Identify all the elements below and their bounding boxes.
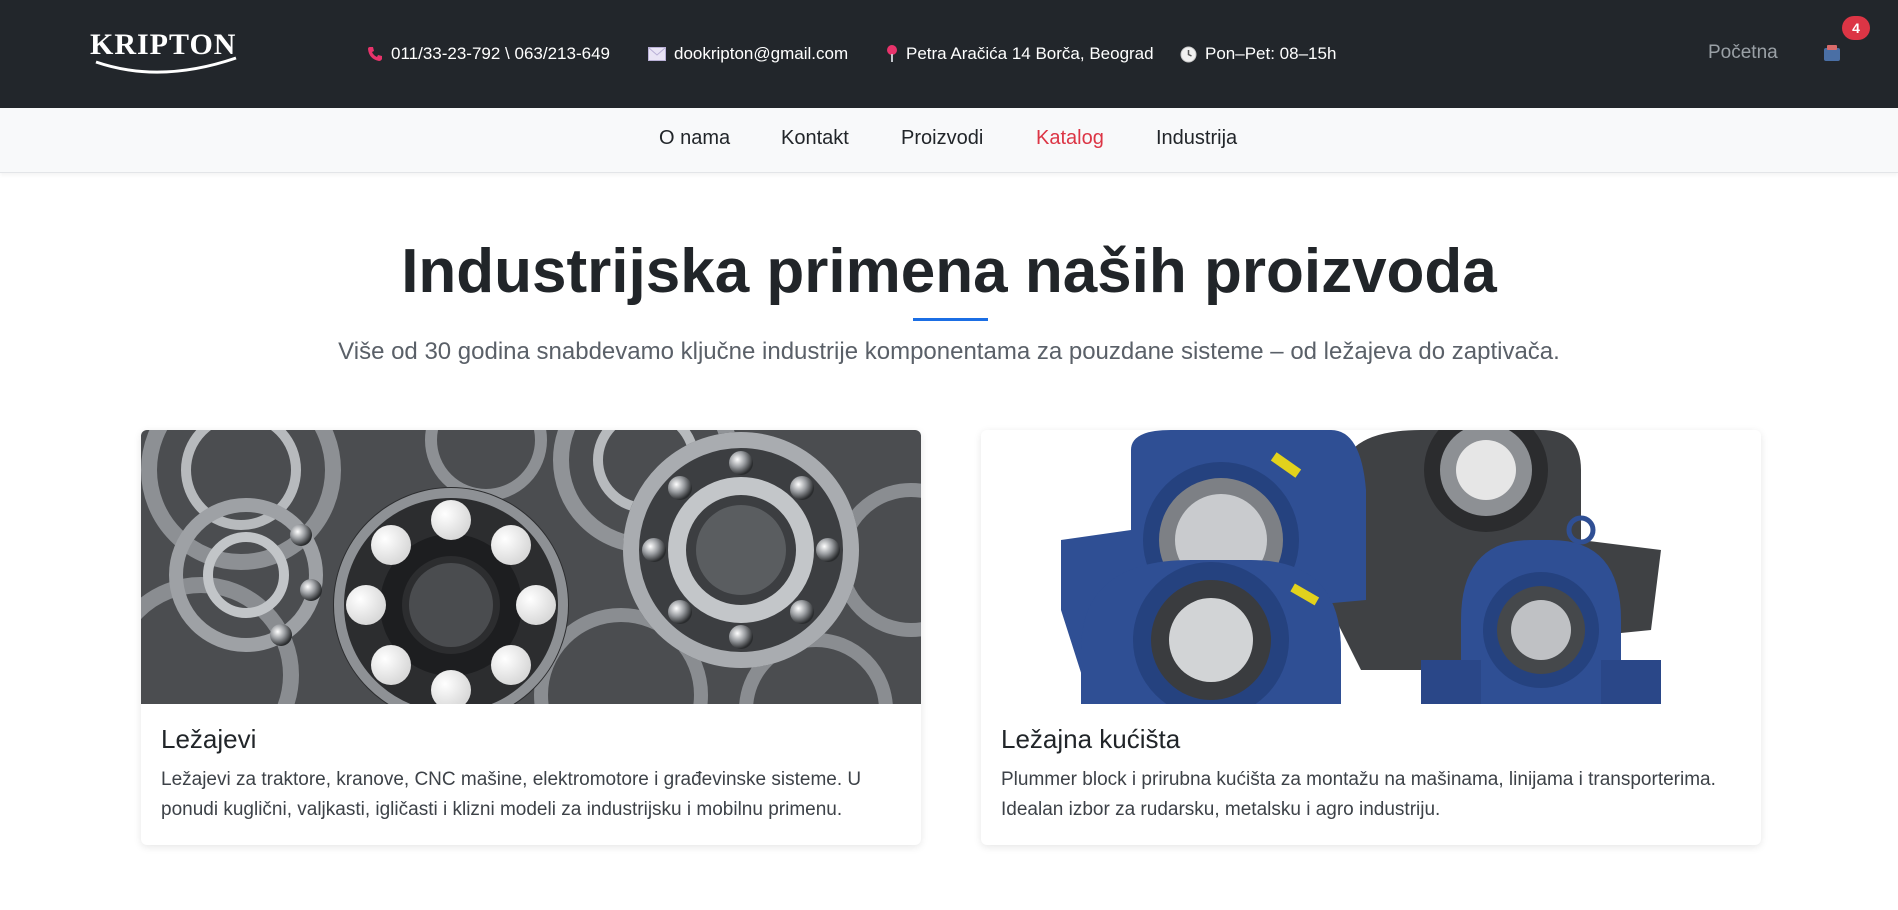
phone-text: 011/33-23-792 \ 063/213-649: [391, 44, 610, 63]
nav-item-proizvodi[interactable]: Proizvodi: [901, 127, 983, 150]
top-bar: KRIPTON 011/33-23-792 \ 063/213-649 dook…: [0, 0, 1898, 108]
card-title: Ležajevi: [161, 724, 257, 754]
contact-phone[interactable]: 011/33-23-792 \ 063/213-649: [367, 42, 610, 66]
card-text: Plummer block i prirubna kućišta za mont…: [1001, 769, 1716, 820]
email-text: dookripton@gmail.com: [674, 44, 849, 63]
phone-icon: [368, 47, 382, 61]
nav-item-o-nama[interactable]: O nama: [659, 127, 730, 150]
hours-text: Pon–Pet: 08–15h: [1205, 44, 1337, 63]
card-lezajevi[interactable]: Ležajevi Ležajevi za traktore, kranove, …: [141, 430, 921, 845]
cart-count-badge: 4: [1842, 16, 1870, 40]
nav-item-katalog[interactable]: Katalog: [1036, 127, 1104, 150]
clock-icon: [1180, 46, 1197, 62]
page-subtitle: Više od 30 godina snabdevamo ključne ind…: [338, 338, 1560, 365]
bearing-housings-image: [981, 430, 1761, 704]
card-title: Ležajna kućišta: [1001, 724, 1181, 754]
nav-item-industrija[interactable]: Industrija: [1156, 127, 1237, 150]
home-link[interactable]: Početna: [1708, 42, 1778, 64]
nav-item-kontakt[interactable]: Kontakt: [781, 127, 849, 150]
envelope-icon: [648, 47, 666, 61]
contact-hours: Pon–Pet: 08–15h: [1180, 42, 1336, 66]
card-lezajna-kucista[interactable]: Ležajna kućišta Plummer block i prirubna…: [981, 430, 1761, 845]
page-title: Industrijska primena naših proizvoda: [401, 237, 1497, 306]
address-text: Petra Aračića 14 Borča, Beograd: [906, 44, 1154, 63]
logo-swoosh-icon: [95, 56, 237, 74]
bearings-image: [141, 430, 921, 704]
card-text: Ležajevi za traktore, kranove, CNC mašin…: [161, 769, 862, 820]
kripton-logo[interactable]: KRIPTON: [90, 26, 242, 78]
map-pin-icon: [887, 45, 897, 62]
contact-address[interactable]: Petra Aračića 14 Borča, Beograd: [886, 42, 1154, 66]
contact-email[interactable]: dookripton@gmail.com: [648, 42, 848, 66]
main-navigation: O nama Kontakt Proizvodi Katalog Industr…: [0, 108, 1898, 173]
title-underline: [913, 318, 988, 321]
cart-icon: [1824, 45, 1840, 61]
cart-button[interactable]: [1822, 44, 1842, 62]
